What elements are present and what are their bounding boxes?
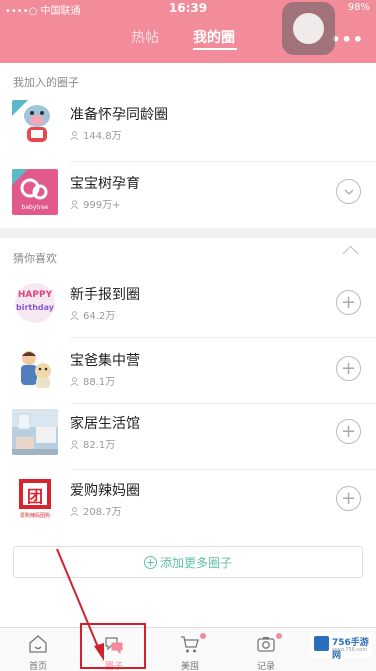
person-icon xyxy=(70,131,79,140)
tab-record-label: 记录 xyxy=(256,662,275,671)
add-more-label: 添加更多圈子 xyxy=(159,555,232,570)
member-count-value: 64.2万 xyxy=(83,311,116,322)
person-icon xyxy=(70,200,79,209)
circle-member-count: 82.1万 xyxy=(70,436,115,451)
watermark-logo-icon xyxy=(314,636,329,651)
circle-thumb-pregnancy-prep xyxy=(12,100,58,146)
circle-name: 家居生活馆 xyxy=(70,416,140,432)
join-circle-button[interactable]: + xyxy=(336,486,361,511)
circle-thumb-dad-camp xyxy=(12,346,58,392)
row-divider xyxy=(70,469,376,470)
chevron-up-icon[interactable] xyxy=(342,245,359,262)
highlight-box xyxy=(80,623,146,669)
circle-name: 爱购辣妈圈 xyxy=(70,483,140,499)
circle-member-count: 144.8万 xyxy=(70,127,122,142)
tuan-subtitle: 爱购辣妈团购 xyxy=(19,513,50,519)
expand-chevron-button[interactable] xyxy=(336,179,361,204)
join-circle-button[interactable]: + xyxy=(336,356,361,381)
recommended-circles-section: 猜你喜欢 HAPPY birthday 新手报到圈 64.2万 + 宝爸集中营 … xyxy=(0,238,376,670)
circle-row-newbie[interactable]: HAPPY birthday 新手报到圈 64.2万 + xyxy=(0,280,376,340)
row-divider xyxy=(70,161,376,162)
circle-row-pregnancy-prep[interactable]: 准备怀孕同龄圈 144.8万 xyxy=(0,100,376,160)
circle-name: 准备怀孕同龄圈 xyxy=(70,107,168,123)
joined-section-title: 我加入的圈子 xyxy=(13,76,79,89)
circle-thumb-shopping-moms: 团 爱购辣妈团购 xyxy=(12,476,58,522)
row-divider xyxy=(70,403,376,404)
circle-row-home-life[interactable]: 家居生活馆 82.1万 + xyxy=(0,409,376,469)
tab-record[interactable]: 记录 xyxy=(228,628,304,671)
tab-home[interactable]: 首页 xyxy=(0,628,76,671)
home-icon xyxy=(29,635,47,653)
notification-dot xyxy=(276,633,282,639)
battery-level: 98% xyxy=(347,2,370,13)
join-circle-button[interactable]: + xyxy=(336,290,361,315)
shopping-cart-icon xyxy=(181,636,199,653)
circle-member-count: 999万+ xyxy=(70,196,120,211)
recommended-section-title: 猜你喜欢 xyxy=(13,252,57,265)
plus-icon: + xyxy=(340,357,357,379)
watermark-url: www.756.com xyxy=(332,647,368,653)
tab-home-label: 首页 xyxy=(28,662,47,671)
notification-dot xyxy=(200,633,206,639)
camera-icon xyxy=(257,637,275,652)
more-menu-icon[interactable]: ••• xyxy=(330,30,364,49)
add-circle-icon: + xyxy=(143,555,157,569)
member-count-value: 82.1万 xyxy=(83,440,116,451)
circle-thumb-newbie: HAPPY birthday xyxy=(12,280,58,326)
plus-icon: + xyxy=(340,291,357,313)
circle-name: 宝宝树孕育 xyxy=(70,176,140,192)
add-more-circles-button[interactable]: + 添加更多圈子 xyxy=(13,546,363,578)
active-tab-indicator xyxy=(193,48,237,50)
plus-icon: + xyxy=(340,487,357,509)
birthday-text: birthday xyxy=(15,303,55,312)
circle-member-count: 64.2万 xyxy=(70,307,115,322)
circle-row-babytree[interactable]: babytree 宝宝树孕育 999万+ xyxy=(0,169,376,229)
circle-thumb-babytree: babytree xyxy=(12,169,58,215)
chevron-down-icon xyxy=(344,189,353,195)
person-icon xyxy=(70,377,79,386)
tab-shop[interactable]: 美囤 xyxy=(152,628,228,671)
assistive-touch-button[interactable] xyxy=(282,2,335,55)
tab-shop-label: 美囤 xyxy=(180,662,199,671)
circle-member-count: 88.1万 xyxy=(70,373,115,388)
join-circle-button[interactable]: + xyxy=(336,419,361,444)
site-watermark: 756手游网 www.756.com xyxy=(310,632,372,661)
circle-member-count: 208.7万 xyxy=(70,503,122,518)
member-count-value: 999万+ xyxy=(83,200,121,211)
circle-row-dad-camp[interactable]: 宝爸集中营 88.1万 + xyxy=(0,346,376,406)
member-count-value: 88.1万 xyxy=(83,377,116,388)
person-icon xyxy=(70,507,79,516)
tab-my-circles[interactable]: 我的圈 xyxy=(193,27,235,47)
circle-thumb-home-life xyxy=(12,409,58,455)
tuan-character: 团 xyxy=(26,487,43,506)
member-count-value: 208.7万 xyxy=(83,507,122,518)
person-icon xyxy=(70,311,79,320)
row-divider xyxy=(70,337,376,338)
babytree-logo-text: babytree xyxy=(21,204,49,211)
joined-circles-section: 我加入的圈子 准备怀孕同龄圈 144.8万 babytree 宝宝树孕育 999… xyxy=(0,63,376,228)
plus-icon: + xyxy=(340,420,357,442)
happy-text: HAPPY xyxy=(17,290,53,300)
circle-name: 宝爸集中营 xyxy=(70,353,140,369)
tab-hot-posts[interactable]: 热帖 xyxy=(131,27,159,47)
circle-row-shopping-moms[interactable]: 团 爱购辣妈团购 爱购辣妈圈 208.7万 + xyxy=(0,476,376,536)
top-header: ••••○ 中国联通 16:39 98% 热帖 我的圈 ••• xyxy=(0,0,376,63)
person-icon xyxy=(70,440,79,449)
circle-name: 新手报到圈 xyxy=(70,287,140,303)
member-count-value: 144.8万 xyxy=(83,131,122,142)
